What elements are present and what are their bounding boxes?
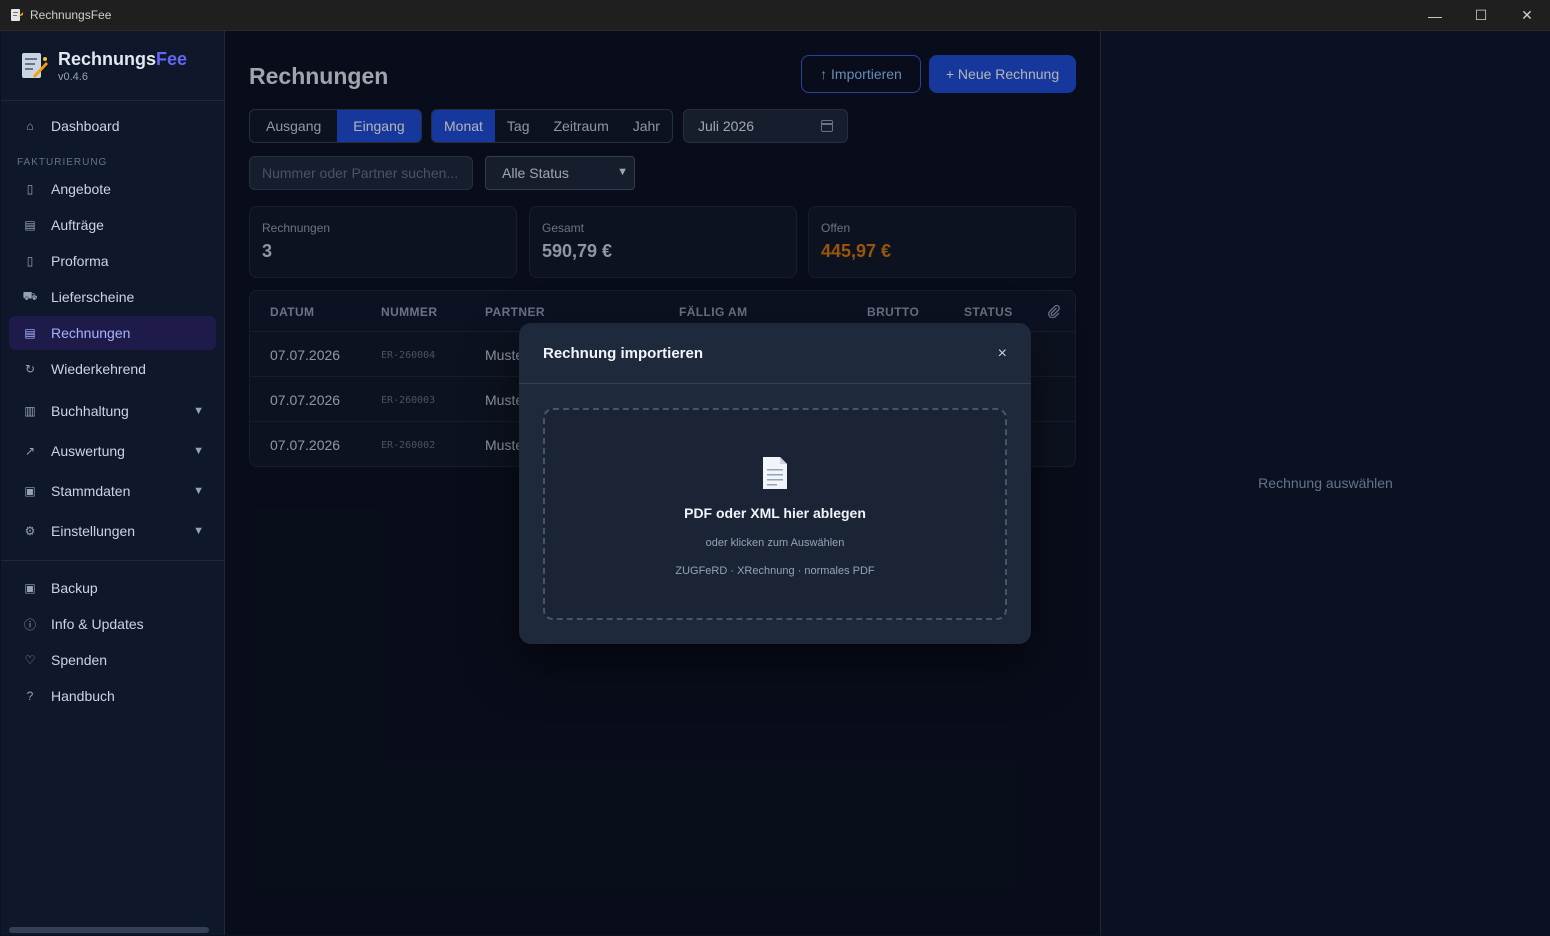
sidebar-group-stammdaten[interactable]: ▣ Stammdaten ▼ — [9, 472, 216, 510]
window-title: RechnungsFee — [30, 8, 112, 22]
caret-down-icon: ▼ — [193, 485, 204, 497]
info-icon: ⓘ — [23, 617, 36, 632]
dialog-header: Rechnung importieren × — [519, 323, 1031, 384]
brand: RechnungsFee v0.4.6 — [1, 31, 224, 101]
brand-name: RechnungsFee — [58, 48, 188, 69]
sidebar: RechnungsFee v0.4.6 ⌂ Dashboard FAKTURIER… — [1, 31, 225, 935]
close-window-button[interactable]: ✕ — [1504, 0, 1550, 31]
sidebar-group-auswertung[interactable]: ↗ Auswertung ▼ — [9, 432, 216, 470]
app-version: v0.4.6 — [58, 70, 88, 83]
clipboard-icon: ▤ — [24, 218, 36, 232]
sidebar-item-spenden[interactable]: ♡ Spenden — [9, 643, 216, 677]
sidebar-nav: ⌂ Dashboard FAKTURIERUNG ▯ Angebote ▤ Auftr… — [1, 101, 225, 723]
brand-logo-icon — [19, 50, 49, 82]
sidebar-item-backup[interactable]: ▣ Backup — [9, 571, 216, 605]
detail-empty-text: Rechnung auswählen — [1258, 475, 1393, 491]
sidebar-item-auftraege[interactable]: ▤ Aufträge — [9, 208, 216, 242]
detail-pane: Rechnung auswählen — [1100, 31, 1549, 935]
dropzone-formats: ZUGFeRD · XRechnung · normales PDF — [675, 565, 875, 577]
sidebar-item-handbuch[interactable]: ? Handbuch — [9, 679, 216, 713]
home-icon: ⌂ — [26, 119, 34, 133]
dropzone-subtitle: oder klicken zum Auswählen — [705, 537, 845, 549]
caret-down-icon: ▼ — [193, 405, 204, 417]
help-circle-icon: ? — [26, 689, 34, 703]
sidebar-item-info[interactable]: ⓘ Info & Updates — [9, 607, 216, 641]
dialog-title: Rechnung importieren — [543, 345, 704, 362]
minimize-button[interactable]: — — [1412, 0, 1458, 31]
save-icon: ▣ — [24, 581, 36, 595]
maximize-icon: ☐ — [1474, 7, 1488, 23]
minimize-icon: — — [1428, 7, 1442, 24]
file-dropzone[interactable]: PDF oder XML hier ablegen oder klicken z… — [543, 408, 1007, 620]
sidebar-item-wiederkehrend[interactable]: ↻ Wiederkehrend — [9, 352, 216, 386]
app-logo-icon — [10, 8, 24, 22]
dropzone-title: PDF oder XML hier ablegen — [684, 505, 866, 521]
caret-down-icon: ▼ — [193, 525, 204, 537]
document-icon — [761, 455, 789, 491]
sidebar-group-buchhaltung[interactable]: ▥ Buchhaltung ▼ — [9, 392, 216, 430]
sidebar-item-dashboard[interactable]: ⌂ Dashboard — [9, 109, 216, 143]
dialog-close-button[interactable]: × — [998, 345, 1007, 363]
sidebar-scrollbar[interactable] — [9, 927, 209, 933]
sidebar-item-rechnungen[interactable]: ▤ Rechnungen — [9, 316, 216, 350]
truck-icon: ⛟ — [22, 289, 38, 303]
document-icon: ▯ — [26, 182, 34, 196]
donate-hand-icon: ♡ — [24, 653, 36, 667]
file-icon: ▯ — [26, 254, 34, 268]
nav-section-fakturierung: FAKTURIERUNG — [17, 157, 108, 168]
sidebar-item-lieferscheine[interactable]: ⛟ Lieferscheine — [9, 280, 216, 314]
sidebar-divider — [1, 560, 225, 561]
invoice-icon: ▤ — [24, 326, 36, 340]
sidebar-item-proforma[interactable]: ▯ Proforma — [9, 244, 216, 278]
sidebar-group-einstellungen[interactable]: ⚙ Einstellungen ▼ — [9, 512, 216, 550]
caret-down-icon: ▼ — [193, 445, 204, 457]
contact-card-icon: ▣ — [24, 484, 36, 498]
title-bar: RechnungsFee — ☐ ✕ — [0, 0, 1550, 31]
repeat-icon: ↻ — [24, 362, 36, 376]
trend-icon: ↗ — [24, 444, 36, 458]
book-icon: ▥ — [24, 404, 36, 418]
close-icon: ✕ — [1521, 7, 1533, 23]
import-dialog: Rechnung importieren × PDF oder XML hier… — [519, 323, 1031, 644]
gear-icon: ⚙ — [24, 524, 36, 538]
sidebar-item-angebote[interactable]: ▯ Angebote — [9, 172, 216, 206]
maximize-button[interactable]: ☐ — [1458, 0, 1504, 31]
